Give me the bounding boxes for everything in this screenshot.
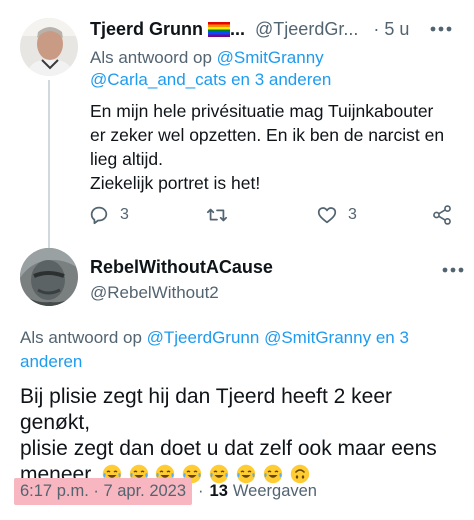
reply-header: Tjeerd Grunn ... @TjeerdGr... · 5 u (90, 16, 462, 42)
retweet-button[interactable] (206, 202, 228, 228)
tweet-text-line: Bij plisie zegt hij dan Tjeerd heeft 2 k… (20, 385, 392, 434)
mention-link[interactable]: @TjeerdGrunn (147, 328, 260, 347)
display-name[interactable]: Tjeerd Grunn (90, 19, 203, 39)
time-separator: · (373, 19, 380, 39)
tweet-text-line: lieg altijd. (90, 149, 163, 169)
avatar[interactable] (20, 248, 78, 306)
heart-icon (317, 207, 337, 224)
views-count: 13 (209, 481, 228, 500)
reply-tweet[interactable]: Tjeerd Grunn ... @TjeerdGr... · 5 u Als a… (0, 0, 474, 248)
action-bar: 3 3 (88, 202, 463, 228)
like-button[interactable]: 3 (316, 202, 357, 228)
replying-prefix: Als antwoord op (20, 328, 142, 347)
like-count: 3 (348, 206, 357, 223)
replying-prefix: Als antwoord op (90, 48, 212, 67)
meta-separator: · (198, 481, 204, 500)
replying-to: Als antwoord op @SmitGranny @Carla_and_c… (90, 47, 462, 91)
more-options-icon[interactable] (442, 266, 464, 274)
handle[interactable]: @TjeerdGr... (255, 19, 358, 39)
display-name[interactable]: RebelWithoutACause (90, 256, 273, 278)
rainbow-flag-icon (208, 22, 231, 37)
tweet-text-line: plisie zegt dan doet u dat zelf ook maar… (20, 437, 437, 460)
share-button[interactable] (431, 202, 453, 228)
more-options-icon[interactable] (430, 25, 452, 33)
retweet-icon (206, 208, 228, 222)
tweet-text: Bij plisie zegt hij dan Tjeerd heeft 2 k… (20, 384, 460, 488)
tweet-text-line: Ziekelijk portret is het! (90, 173, 261, 193)
tweet-text-line: er zeker wel opzetten. En ik ben de narc… (90, 125, 445, 145)
reply-count: 3 (120, 206, 129, 223)
avatar[interactable] (20, 18, 78, 76)
replying-to: Als antwoord op @TjeerdGrunn @SmitGranny… (20, 326, 450, 374)
mention-link[interactable]: @SmitGranny (217, 48, 324, 67)
name-ellipsis: ... (230, 19, 246, 39)
tweet-text: En mijn hele privésituatie mag Tuijnkabo… (90, 99, 462, 195)
views-label: Weergaven (232, 481, 317, 500)
thread-line (48, 80, 50, 248)
timestamp[interactable]: 5 u (384, 19, 409, 39)
reply-button[interactable]: 3 (88, 202, 129, 228)
timestamp[interactable]: 6:17 p.m. · 7 apr. 2023 (14, 477, 193, 505)
mention-link[interactable]: @Carla_and_cats (90, 70, 226, 89)
tweet-meta: 6:17 p.m. · 7 apr. 2023 · 13 Weergaven (14, 476, 317, 506)
reply-icon (90, 206, 108, 225)
others-link[interactable]: en 3 anderen (231, 70, 331, 89)
handle[interactable]: @RebelWithout2 (90, 282, 219, 304)
tweet-text-line: En mijn hele privésituatie mag Tuijnkabo… (90, 101, 434, 121)
mention-link[interactable]: @SmitGranny (264, 328, 371, 347)
share-icon (433, 205, 451, 225)
main-tweet-header: RebelWithoutACause @RebelWithout2 (0, 248, 474, 318)
